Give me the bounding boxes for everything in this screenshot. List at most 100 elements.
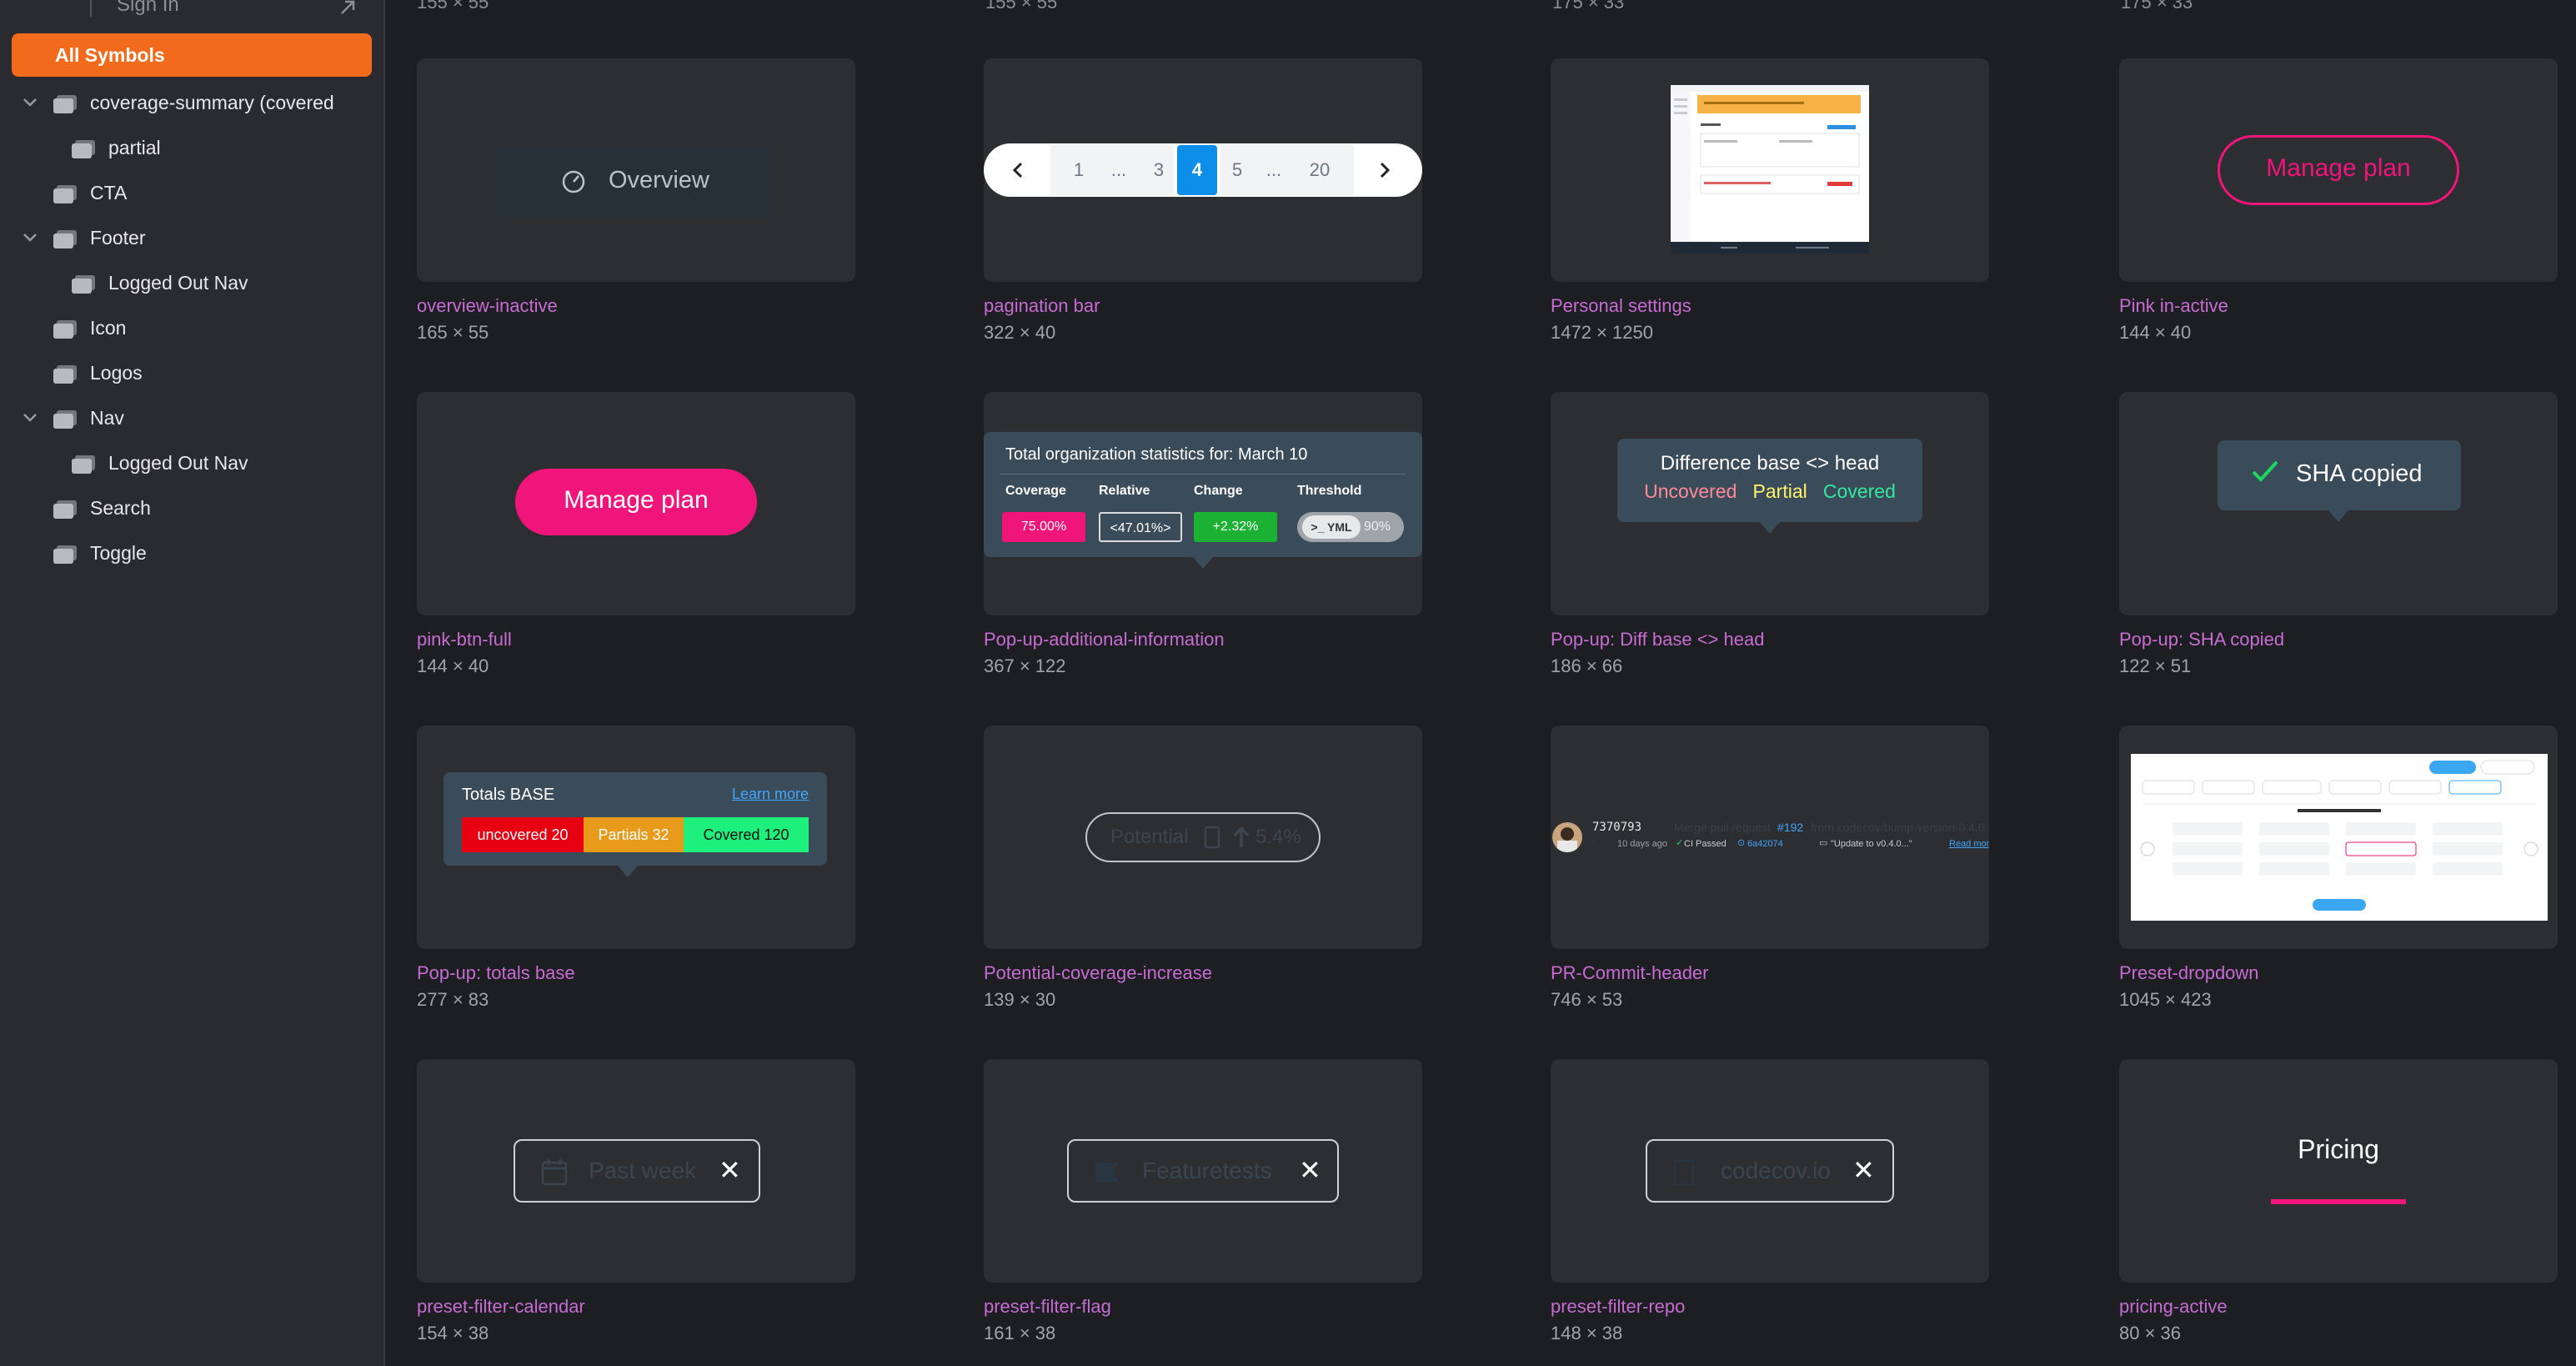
symbol-size: 148 × 38	[1551, 1323, 1623, 1343]
partial-label: Partial	[1752, 480, 1807, 502]
symbol-title[interactable]: Preset-dropdown	[2119, 962, 2259, 984]
symbol-title[interactable]: Pop-up: SHA copied	[2119, 629, 2284, 650]
symbol-title[interactable]: Pink in-active	[2119, 295, 2228, 317]
sidebar-tree-item[interactable]: Icon	[0, 307, 383, 349]
pagination-preview: 1 ... 3 4 5 ... 20	[984, 143, 1422, 197]
close-icon: ✕	[719, 1155, 741, 1185]
symbol-card[interactable]: 1 ... 3 4 5 ... 20	[984, 58, 1422, 282]
symbol-title[interactable]: Pop-up-additional-information	[984, 629, 1225, 650]
all-symbols-button[interactable]: All Symbols	[12, 33, 372, 77]
symbol-card[interactable]: Manage plan	[2119, 58, 2558, 282]
popup-pointer	[1192, 556, 1214, 569]
previous-row-size: 175 × 33	[1552, 0, 1625, 13]
symbol-title[interactable]: preset-filter-calendar	[417, 1296, 585, 1318]
symbol-icon	[53, 365, 77, 384]
flag-filter-preview: Featuretests ✕	[1067, 1139, 1339, 1203]
symbol-size: 165 × 55	[417, 322, 489, 343]
change-value: +2.32%	[1194, 512, 1277, 542]
commit-comment: "Update to v0.4.0..."	[1831, 839, 1912, 849]
gauge-icon	[562, 170, 585, 193]
commit-message: Merge pull request	[1674, 821, 1771, 834]
preset-dropdown-thumbnail	[2131, 754, 2548, 921]
repo-icon	[1673, 1159, 1695, 1186]
manage-plan-filled-button-preview: Manage plan	[515, 469, 757, 535]
personal-settings-thumbnail	[1671, 85, 1869, 254]
comment-icon: ▭	[1819, 838, 1828, 848]
symbol-size: 367 × 122	[984, 655, 1066, 676]
commit-icon: ⊙	[1737, 838, 1746, 848]
symbol-size: 186 × 66	[1551, 655, 1623, 676]
symbol-title[interactable]: overview-inactive	[417, 295, 558, 317]
calendar-icon	[541, 1159, 568, 1186]
symbol-size: 122 × 51	[2119, 655, 2192, 676]
uncovered-segment: uncovered 20	[462, 817, 584, 852]
tree-guide-line	[90, 0, 92, 17]
column-header: Relative	[1099, 484, 1150, 498]
symbol-card[interactable]: Manage plan	[417, 392, 855, 615]
symbol-title[interactable]: preset-filter-flag	[984, 1296, 1111, 1318]
page-number: 1	[1073, 159, 1085, 180]
group-icon	[53, 410, 77, 429]
symbol-title[interactable]: pink-btn-full	[417, 629, 512, 650]
pr-link: #192	[1777, 821, 1804, 834]
sidebar-item-label: Logged Out Nav	[108, 452, 248, 474]
symbol-card[interactable]: 7370793 Merge pull request #192 from cod…	[1551, 726, 1989, 949]
symbol-size: 746 × 53	[1551, 989, 1623, 1010]
sidebar-tree-item[interactable]: Toggle	[0, 532, 383, 574]
chevron-down-icon[interactable]	[22, 95, 38, 110]
symbol-card[interactable]: Featuretests ✕	[984, 1059, 1422, 1283]
symbol-icon	[72, 275, 95, 294]
symbol-card[interactable]: Past week ✕	[417, 1059, 855, 1283]
chevron-down-icon[interactable]	[22, 410, 38, 425]
sidebar-tree-item[interactable]: CTA	[0, 172, 383, 213]
symbol-title[interactable]: Potential-coverage-increase	[984, 962, 1212, 984]
symbol-title[interactable]: Pop-up: totals base	[417, 962, 575, 984]
symbol-title[interactable]: Personal settings	[1551, 295, 1691, 317]
learn-more-link: Learn more	[731, 786, 809, 802]
symbol-card[interactable]	[1551, 58, 1989, 282]
read-more-link: Read more	[1949, 839, 1989, 849]
sidebar-tree-item[interactable]: coverage-summary (covered	[0, 82, 383, 123]
author-name: -	[1592, 837, 1596, 847]
legend-row: Uncovered Partial Covered	[1617, 480, 1922, 503]
symbol-title[interactable]: PR-Commit-header	[1551, 962, 1709, 984]
sidebar-item-sign-in[interactable]: Sign In	[117, 0, 179, 17]
filter-label: Past week	[589, 1158, 697, 1183]
symbol-title[interactable]: preset-filter-repo	[1551, 1296, 1685, 1318]
sidebar-tree-item[interactable]: partial	[0, 127, 383, 168]
symbol-title[interactable]: Pop-up: Diff base <> head	[1551, 629, 1764, 650]
symbol-card[interactable]	[2119, 726, 2558, 949]
sidebar-tree-item[interactable]: Search	[0, 487, 383, 529]
symbol-card[interactable]: Difference base <> head Uncovered Partia…	[1551, 392, 1989, 615]
sidebar-tree-item[interactable]: Nav	[0, 397, 383, 439]
page-number: 3	[1153, 159, 1165, 180]
symbol-card[interactable]: Pricing	[2119, 1059, 2558, 1283]
manage-plan-label: Manage plan	[564, 486, 709, 514]
sidebar-tree-item[interactable]: Logos	[0, 352, 383, 394]
symbol-title[interactable]: pagination bar	[984, 295, 1100, 317]
sha-copied-popup-preview: SHA copied	[2218, 440, 2461, 522]
symbol-title[interactable]: pricing-active	[2119, 1296, 2228, 1318]
symbol-card[interactable]: Total organization statistics for: March…	[984, 392, 1422, 615]
file-icon	[1204, 826, 1220, 849]
symbol-card[interactable]: codecov.io ✕	[1551, 1059, 1989, 1283]
sidebar-item-label: Icon	[90, 317, 127, 339]
sidebar-tree-item[interactable]: Footer	[0, 217, 383, 259]
uncovered-label: Uncovered	[1644, 480, 1737, 502]
coverage-value: 75.00%	[1002, 512, 1085, 542]
symbol-size: 277 × 83	[417, 989, 489, 1010]
filter-label: codecov.io	[1721, 1158, 1831, 1183]
pr-commit-header-preview: 7370793 Merge pull request #192 from cod…	[1551, 819, 1989, 852]
symbol-card[interactable]: SHA copied	[2119, 392, 2558, 615]
symbol-card[interactable]: Potential 5.4%	[984, 726, 1422, 949]
potential-value: 5.4%	[1255, 826, 1301, 848]
symbol-icon	[72, 140, 95, 158]
symbol-card[interactable]: Overview	[417, 58, 855, 282]
covered-label: Covered	[1822, 480, 1896, 502]
symbol-size: 1045 × 423	[2119, 989, 2212, 1010]
sidebar-tree-item[interactable]: Logged Out Nav	[0, 442, 383, 484]
symbol-card[interactable]: Totals BASE Learn more uncovered 20 Part…	[417, 726, 855, 949]
sidebar-tree-item[interactable]: Logged Out Nav	[0, 262, 383, 304]
chevron-down-icon[interactable]	[22, 230, 38, 245]
filter-label: Featuretests	[1142, 1158, 1272, 1183]
